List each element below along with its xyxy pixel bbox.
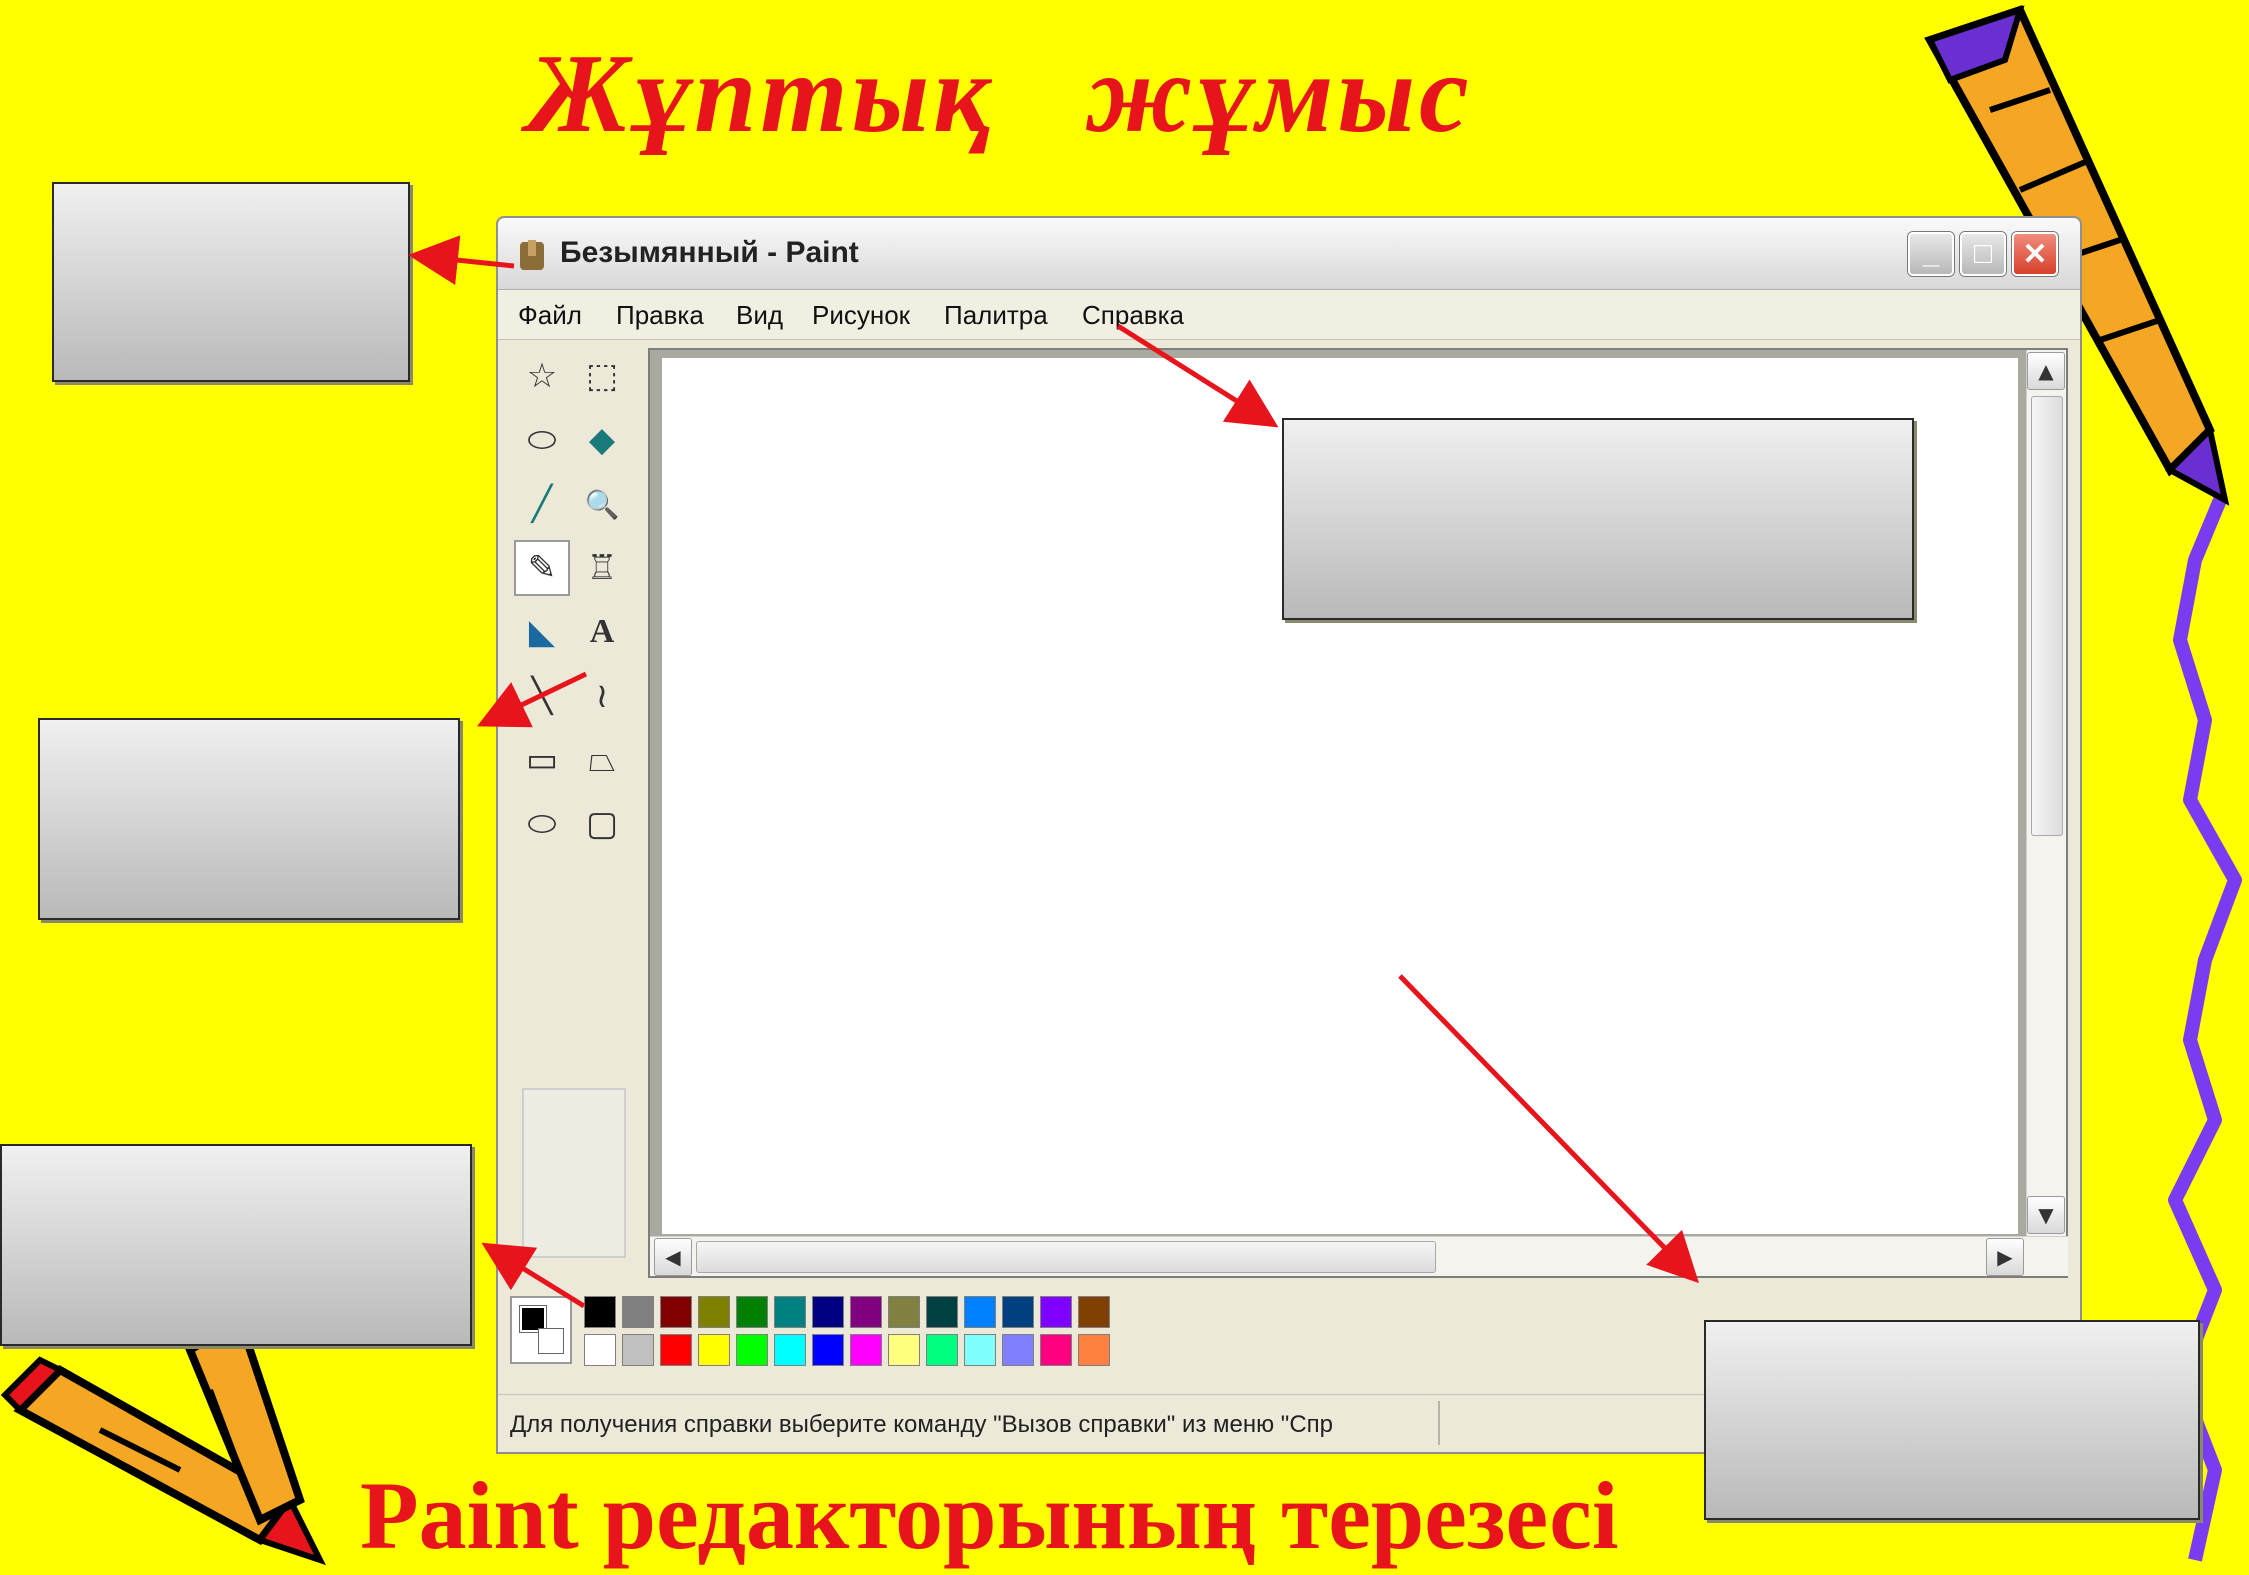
- arrow-to-menu-callout: [1116, 323, 1279, 428]
- slide-subtitle: Paint редакторының терезесі: [360, 1462, 1619, 1569]
- arrows-layer: [408, 235, 1699, 1309]
- arrow-to-palette-callout: [481, 1242, 586, 1309]
- arrow-to-canvas-callout: [1398, 974, 1699, 1284]
- arrow-to-toolbox-callout: [476, 671, 588, 728]
- arrow-to-title-callout: [408, 235, 515, 286]
